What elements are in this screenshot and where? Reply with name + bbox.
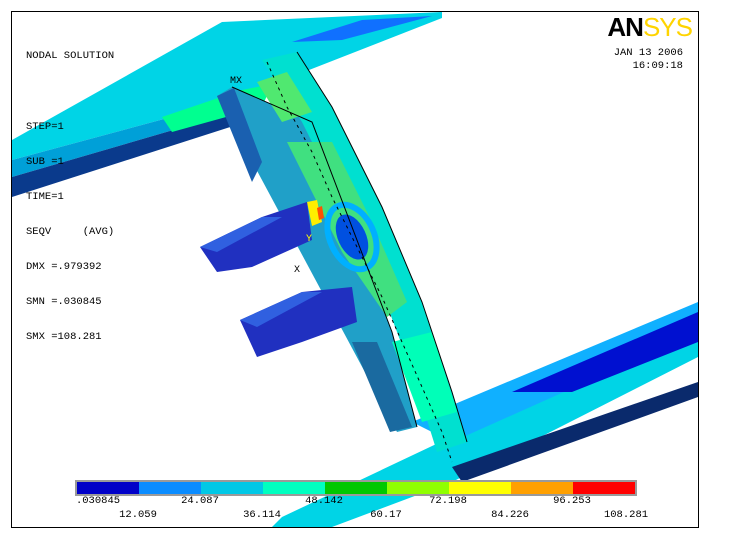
legend-band-1 — [139, 482, 201, 494]
legend-label-lower-2: 60.17 — [370, 509, 402, 521]
legend-label-lower-3: 84.226 — [491, 509, 529, 521]
legend-band-4 — [325, 482, 387, 494]
legend-label-lower-4: 108.281 — [603, 509, 649, 521]
legend-label-upper-4: 96.253 — [553, 495, 591, 507]
ansys-logo: ANSYS — [607, 12, 693, 42]
step-label: STEP=1 — [26, 120, 64, 133]
x-axis-marker: X — [294, 265, 301, 276]
smx-label: SMX =108.281 — [26, 331, 102, 344]
dmx-label: DMX =.979392 — [26, 260, 102, 273]
legend-label-upper-3: 72.198 — [429, 495, 467, 507]
legend-label-upper-0: .030845 — [75, 495, 121, 507]
result-label: SEQV (AVG) — [26, 225, 115, 238]
legend-band-5 — [387, 482, 449, 494]
bracket-upper — [200, 202, 312, 272]
sub-label: SUB =1 — [26, 155, 64, 168]
mx-marker: MX — [230, 76, 243, 87]
time-text: 16:09:18 — [632, 60, 683, 72]
legend-band-7 — [511, 482, 573, 494]
smn-label: SMN =.030845 — [26, 296, 102, 309]
result-info-panel: NODAL SOLUTION STEP=1 SUB =1 TIME=1 SEQV… — [26, 28, 114, 367]
legend-label-upper-2: 48.142 — [305, 495, 343, 507]
legend-band-2 — [201, 482, 263, 494]
legend-band-0 — [77, 482, 139, 494]
date-text: JAN 13 2006 — [613, 47, 683, 59]
time-label: TIME=1 — [26, 190, 64, 203]
legend-band-8 — [573, 482, 635, 494]
legend-label-lower-0: 12.059 — [119, 509, 157, 521]
contour-legend-bar — [75, 480, 637, 496]
datestamp: JAN 13 2006 16:09:18 — [614, 47, 683, 73]
graphics-viewport[interactable]: NODAL SOLUTION STEP=1 SUB =1 TIME=1 SEQV… — [11, 11, 699, 528]
y-axis-marker: Y — [306, 234, 313, 245]
fea-model-contour — [12, 12, 698, 527]
legend-label-upper-1: 24.087 — [181, 495, 219, 507]
legend-band-6 — [449, 482, 511, 494]
legend-label-lower-1: 36.114 — [243, 509, 281, 521]
solution-title: NODAL SOLUTION — [26, 50, 115, 63]
legend-band-3 — [263, 482, 325, 494]
